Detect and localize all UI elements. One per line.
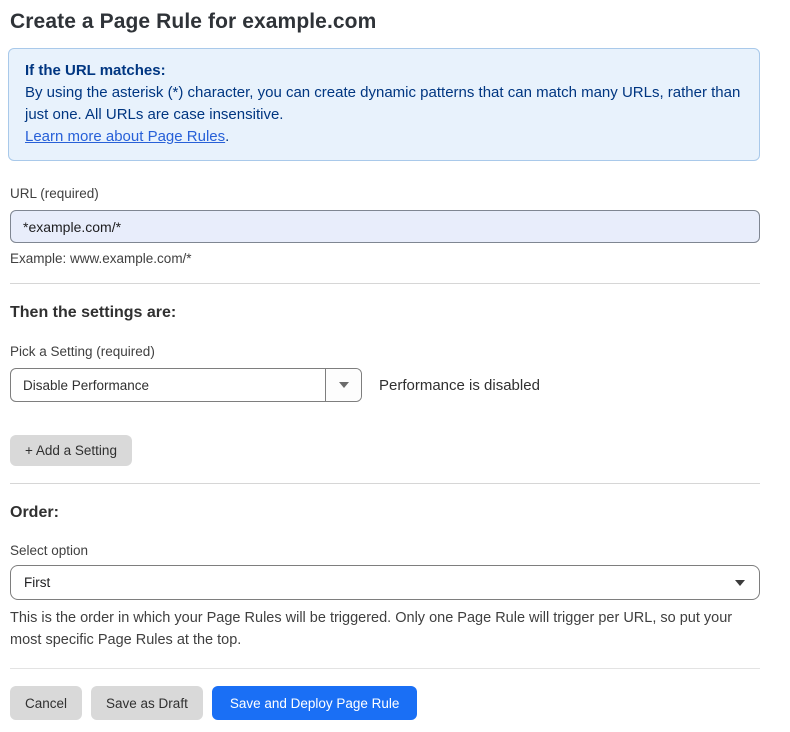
- url-example-text: Example: www.example.com/*: [10, 251, 760, 266]
- order-select-label: Select option: [10, 543, 760, 558]
- chevron-down-icon: [735, 580, 745, 586]
- create-page-rule-panel: Create a Page Rule for example.com If th…: [10, 0, 760, 732]
- url-match-notice: If the URL matches: By using the asteris…: [8, 48, 760, 161]
- divider: [10, 668, 760, 669]
- order-help-text: This is the order in which your Page Rul…: [10, 607, 750, 651]
- divider: [10, 283, 760, 284]
- url-input[interactable]: [10, 210, 760, 243]
- page-title: Create a Page Rule for example.com: [10, 10, 760, 34]
- setting-status-text: Performance is disabled: [379, 377, 540, 394]
- setting-select[interactable]: Disable Performance: [10, 368, 362, 402]
- divider: [10, 483, 760, 484]
- notice-body: By using the asterisk (*) character, you…: [25, 82, 743, 126]
- cancel-button[interactable]: Cancel: [10, 686, 82, 720]
- url-field-group: URL (required) Example: www.example.com/…: [10, 186, 760, 266]
- setting-select-value: Disable Performance: [11, 369, 325, 401]
- footer-actions: Cancel Save as Draft Save and Deploy Pag…: [10, 686, 760, 732]
- setting-select-arrow-button[interactable]: [325, 369, 361, 401]
- notice-link-line: Learn more about Page Rules.: [25, 126, 743, 148]
- pick-setting-label: Pick a Setting (required): [10, 344, 760, 359]
- chevron-down-icon: [339, 382, 349, 388]
- order-section-heading: Order:: [10, 504, 760, 522]
- order-select-value: First: [24, 575, 50, 590]
- notice-heading: If the URL matches:: [25, 60, 743, 82]
- settings-section-heading: Then the settings are:: [10, 304, 760, 322]
- add-setting-button[interactable]: + Add a Setting: [10, 435, 132, 466]
- order-select[interactable]: First: [10, 565, 760, 600]
- setting-select-row: Disable Performance Performance is disab…: [10, 368, 760, 402]
- save-and-deploy-button[interactable]: Save and Deploy Page Rule: [212, 686, 418, 720]
- learn-more-page-rules-link[interactable]: Learn more about Page Rules: [25, 128, 225, 145]
- notice-link-suffix: .: [225, 128, 229, 145]
- save-as-draft-button[interactable]: Save as Draft: [91, 686, 203, 720]
- url-label: URL (required): [10, 186, 760, 201]
